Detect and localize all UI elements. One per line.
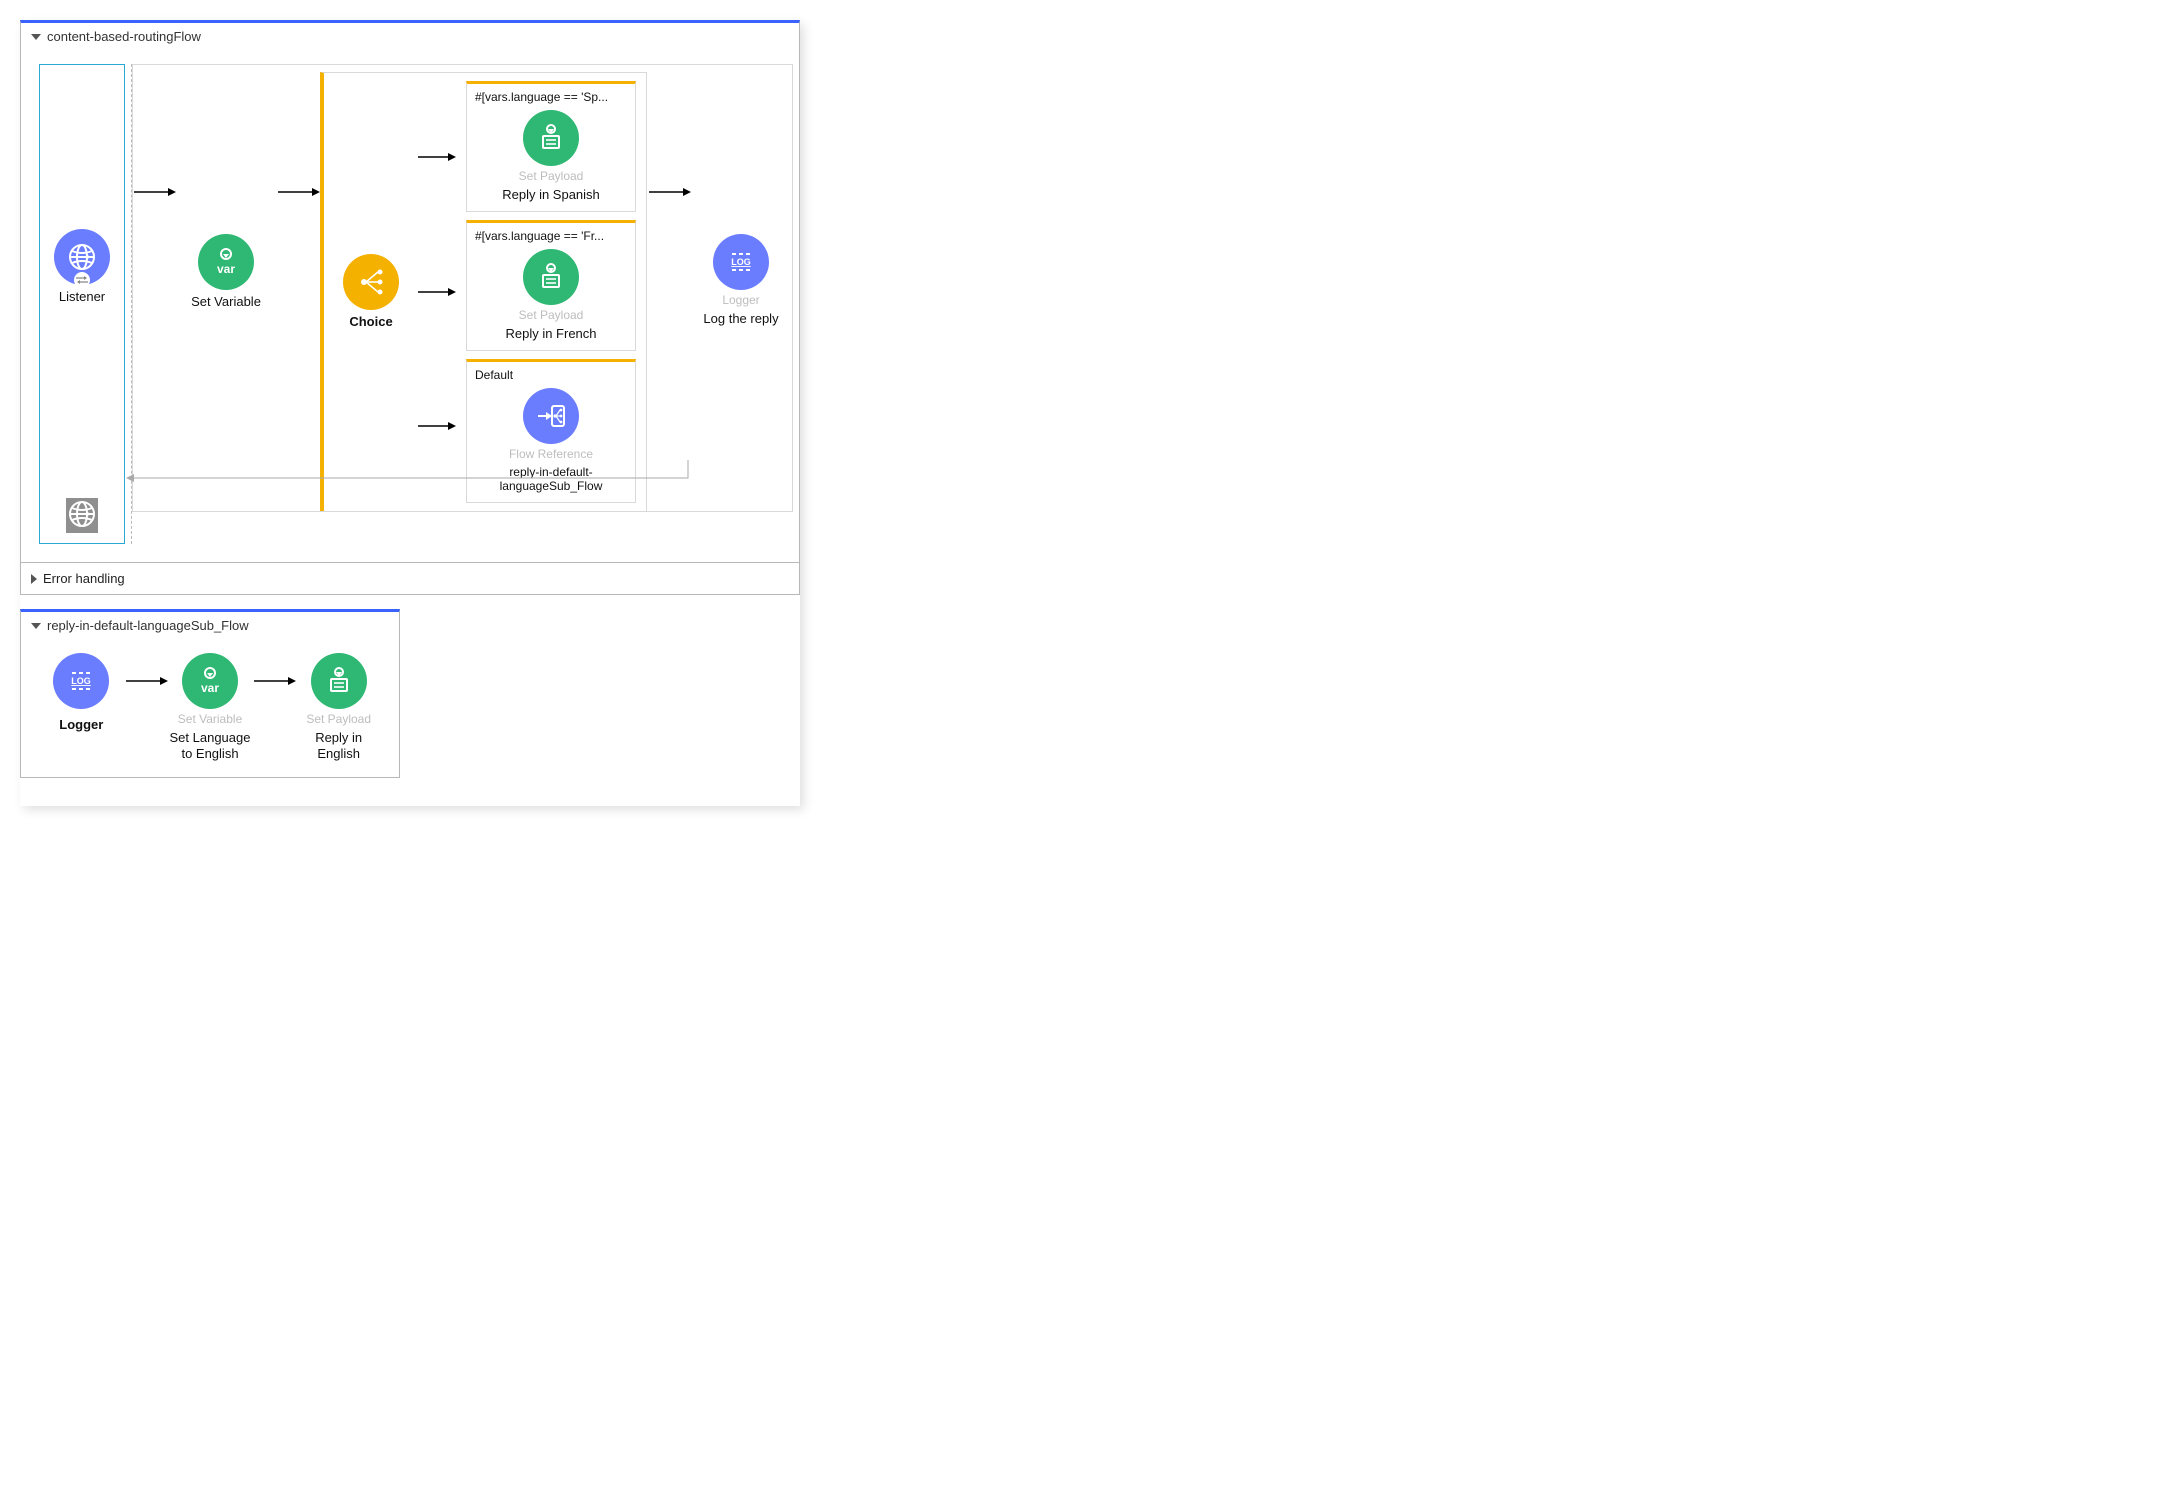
flow-container-main[interactable]: content-based-routingFlow [20, 20, 800, 595]
arrow-icon [132, 72, 176, 312]
arrow-icon [124, 653, 168, 709]
arrow-icon [276, 72, 320, 312]
payload-icon [523, 249, 579, 305]
svg-text:LOG: LOG [72, 676, 92, 686]
listener-node[interactable]: Listener [32, 229, 132, 305]
flow-reference-icon [523, 388, 579, 444]
set-payload-node[interactable]: Set Payload Reply in Spanish [473, 110, 629, 203]
choice-scope[interactable]: Choice #[vars.language == 'Sp... [320, 72, 647, 512]
node-caption: Reply in French [505, 326, 596, 342]
flow-title: content-based-routingFlow [47, 29, 201, 44]
branch-condition: #[vars.language == 'Sp... [473, 88, 629, 110]
error-handling-section[interactable]: Error handling [21, 562, 799, 594]
svg-text:LOG: LOG [731, 257, 751, 267]
branch-condition: Default [473, 366, 629, 388]
node-caption: reply-in-default-languageSub_Flow [473, 465, 629, 494]
node-caption: Reply in English [296, 730, 381, 761]
flow-source-lane[interactable]: Listener [39, 64, 125, 544]
node-type: Set Payload [306, 713, 371, 726]
set-payload-node[interactable]: Set Payload Reply in English [296, 653, 381, 761]
variable-icon: var [182, 653, 238, 709]
logger-icon: LOG [713, 234, 769, 290]
payload-icon [523, 110, 579, 166]
globe-icon [66, 498, 98, 533]
flow-canvas: content-based-routingFlow [20, 20, 800, 806]
node-type: Logger [722, 294, 759, 307]
node-caption: Set Language to English [168, 730, 253, 761]
logger-icon: LOG [53, 653, 109, 709]
choice-router-node[interactable]: Choice [336, 254, 406, 330]
payload-icon [311, 653, 367, 709]
set-variable-node[interactable]: var Set Variable [176, 234, 276, 310]
arrow-icon [252, 653, 296, 709]
choice-label: Choice [349, 314, 392, 330]
listener-label: Listener [59, 289, 105, 305]
expand-toggle-icon[interactable] [31, 623, 41, 629]
arrow-icon [647, 72, 691, 312]
response-node[interactable] [66, 498, 98, 533]
node-type: Set Payload [519, 170, 584, 183]
node-caption: Reply in Spanish [502, 187, 600, 203]
svg-text:var: var [201, 681, 219, 695]
set-payload-node[interactable]: Set Payload Reply in French [473, 249, 629, 342]
branch-arrows [414, 90, 458, 494]
choice-branch-french[interactable]: #[vars.language == 'Fr... [466, 220, 636, 351]
flow-header-subflow[interactable]: reply-in-default-languageSub_Flow [21, 612, 399, 639]
set-variable-node[interactable]: var Set Variable Set Language to English [168, 653, 253, 761]
flow-container-subflow[interactable]: reply-in-default-languageSub_Flow LOG Lo… [20, 609, 400, 778]
svg-text:var: var [217, 262, 235, 276]
globe-icon [54, 229, 110, 285]
node-caption: Log the reply [703, 311, 778, 327]
expand-toggle-icon[interactable] [31, 34, 41, 40]
logger-node[interactable]: LOG Logger [39, 653, 124, 733]
choice-branch-default[interactable]: Default [466, 359, 636, 503]
logger-node[interactable]: LOG Logger Log the reply [691, 234, 791, 327]
flow-title: reply-in-default-languageSub_Flow [47, 618, 249, 633]
flow-reference-node[interactable]: Flow Reference reply-in-default-language… [473, 388, 629, 494]
node-type: Flow Reference [509, 448, 593, 461]
branch-condition: #[vars.language == 'Fr... [473, 227, 629, 249]
set-variable-label: Set Variable [191, 294, 261, 310]
node-type: Set Payload [519, 309, 584, 322]
variable-icon: var [198, 234, 254, 290]
node-type: Set Variable [178, 713, 242, 726]
flow-body-main: Listener [21, 50, 799, 562]
expand-toggle-icon[interactable] [31, 574, 37, 584]
flow-header-main[interactable]: content-based-routingFlow [21, 23, 799, 50]
router-icon [343, 254, 399, 310]
node-caption: Logger [59, 717, 103, 733]
choice-branch-spanish[interactable]: #[vars.language == 'Sp... [466, 81, 636, 212]
error-handling-label: Error handling [43, 571, 125, 586]
